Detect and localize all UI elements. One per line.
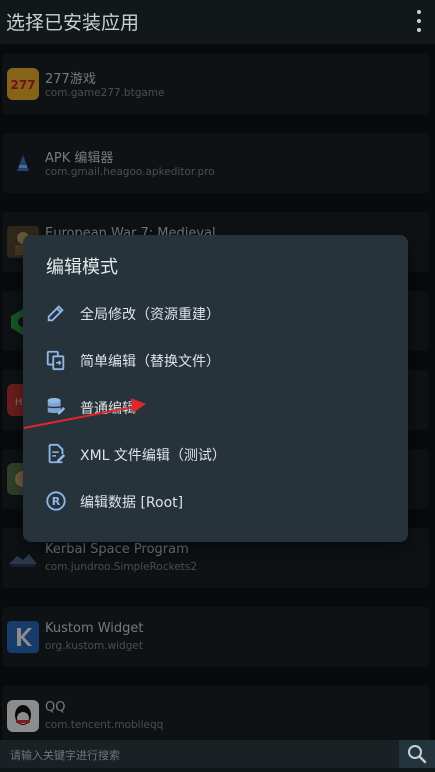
pencil-icon bbox=[45, 302, 67, 324]
search-icon bbox=[408, 745, 427, 764]
option-label: 编辑数据 [Root] bbox=[80, 495, 184, 511]
option-edit-data-root[interactable]: R 编辑数据 [Root] bbox=[23, 478, 408, 524]
option-normal-edit[interactable]: 普通编辑 bbox=[23, 384, 408, 430]
search-input[interactable] bbox=[8, 744, 382, 766]
app-bar: 选择已安装应用 bbox=[0, 0, 435, 44]
database-edit-icon bbox=[45, 396, 67, 418]
option-simple-edit[interactable]: 简单编辑（替换文件） bbox=[23, 337, 408, 383]
search-button[interactable] bbox=[399, 740, 435, 768]
page-title: 选择已安装应用 bbox=[6, 12, 140, 34]
dialog-title: 编辑模式 bbox=[46, 257, 118, 278]
edit-mode-dialog: 编辑模式 全局修改（资源重建） 简单编辑（替换文件） 普通编辑 XML 文件编辑… bbox=[23, 235, 408, 542]
option-label: XML 文件编辑（测试） bbox=[80, 448, 226, 464]
file-replace-icon bbox=[45, 349, 67, 371]
root-r-icon: R bbox=[45, 490, 67, 512]
option-label: 普通编辑 bbox=[80, 401, 136, 417]
option-label: 简单编辑（替换文件） bbox=[80, 354, 220, 370]
option-xml-edit[interactable]: XML 文件编辑（测试） bbox=[23, 431, 408, 477]
svg-text:R: R bbox=[52, 495, 61, 508]
option-global-modify[interactable]: 全局修改（资源重建） bbox=[23, 290, 408, 336]
option-label: 全局修改（资源重建） bbox=[80, 307, 220, 323]
file-edit-icon bbox=[45, 443, 67, 465]
more-vertical-icon[interactable] bbox=[413, 10, 425, 32]
search-bar bbox=[0, 740, 435, 768]
